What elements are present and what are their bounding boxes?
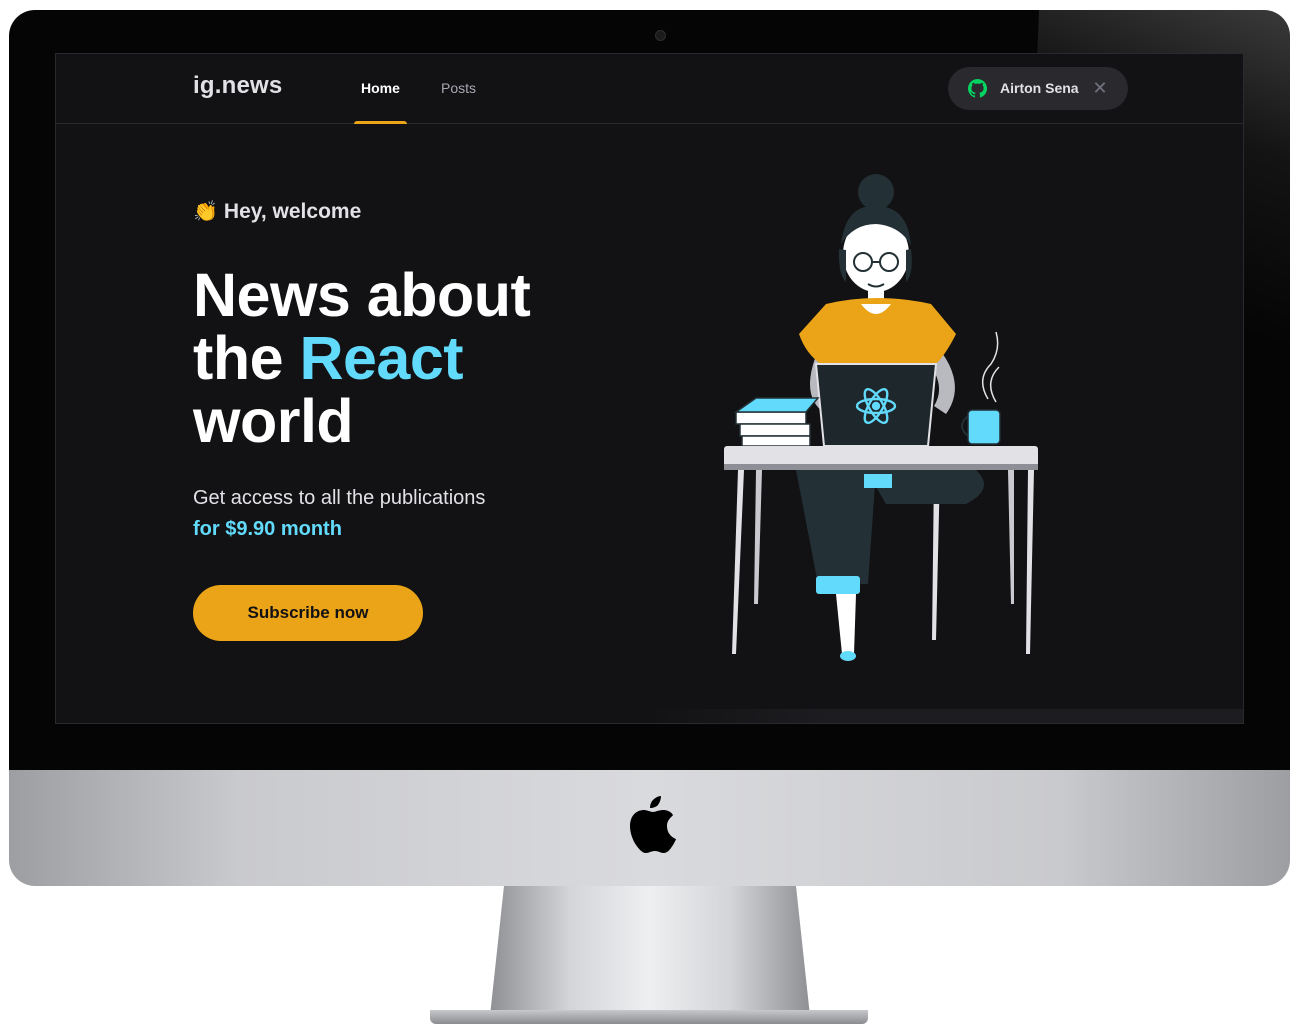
- webcam: [655, 30, 666, 41]
- price-text: for $9.90 month: [193, 518, 342, 540]
- headline-line-1: News about: [193, 261, 531, 329]
- clapping-hands-icon: 👏: [193, 201, 218, 223]
- github-icon: [968, 79, 987, 98]
- hero-section: 👏 Hey, welcome News about the React worl…: [193, 199, 613, 641]
- welcome-label: Hey, welcome: [223, 199, 362, 223]
- app-header: ig.news Home Posts Airton Sena ✕: [56, 54, 1243, 124]
- app-logo[interactable]: ig.news: [193, 72, 282, 100]
- apple-logo-icon: [630, 796, 676, 853]
- subscribe-button[interactable]: Subscribe now: [193, 585, 423, 641]
- nav-link-posts[interactable]: Posts: [441, 54, 476, 124]
- headline-line-2-prefix: the: [193, 324, 284, 392]
- subtext-line: Get access to all the publications: [193, 487, 486, 509]
- github-user-button[interactable]: Airton Sena ✕: [948, 67, 1128, 110]
- browser-viewport: ig.news Home Posts Airton Sena ✕ 👏 Hey, …: [55, 53, 1244, 724]
- close-icon[interactable]: ✕: [1090, 78, 1110, 98]
- hero-illustration: [724, 174, 1038, 661]
- monitor-stand-foot: [430, 1010, 868, 1024]
- headline-line-3: world: [193, 387, 354, 455]
- welcome-text: 👏 Hey, welcome: [193, 199, 613, 224]
- nav-link-home[interactable]: Home: [354, 54, 407, 124]
- user-name: Airton Sena: [1000, 80, 1079, 96]
- headline-accent: React: [299, 324, 464, 392]
- hero-headline: News about the React world: [193, 264, 613, 453]
- monitor-stand-neck: [490, 886, 810, 1016]
- hero-subtext: Get access to all the publications for $…: [193, 483, 613, 545]
- screen-shadow: [646, 709, 1243, 723]
